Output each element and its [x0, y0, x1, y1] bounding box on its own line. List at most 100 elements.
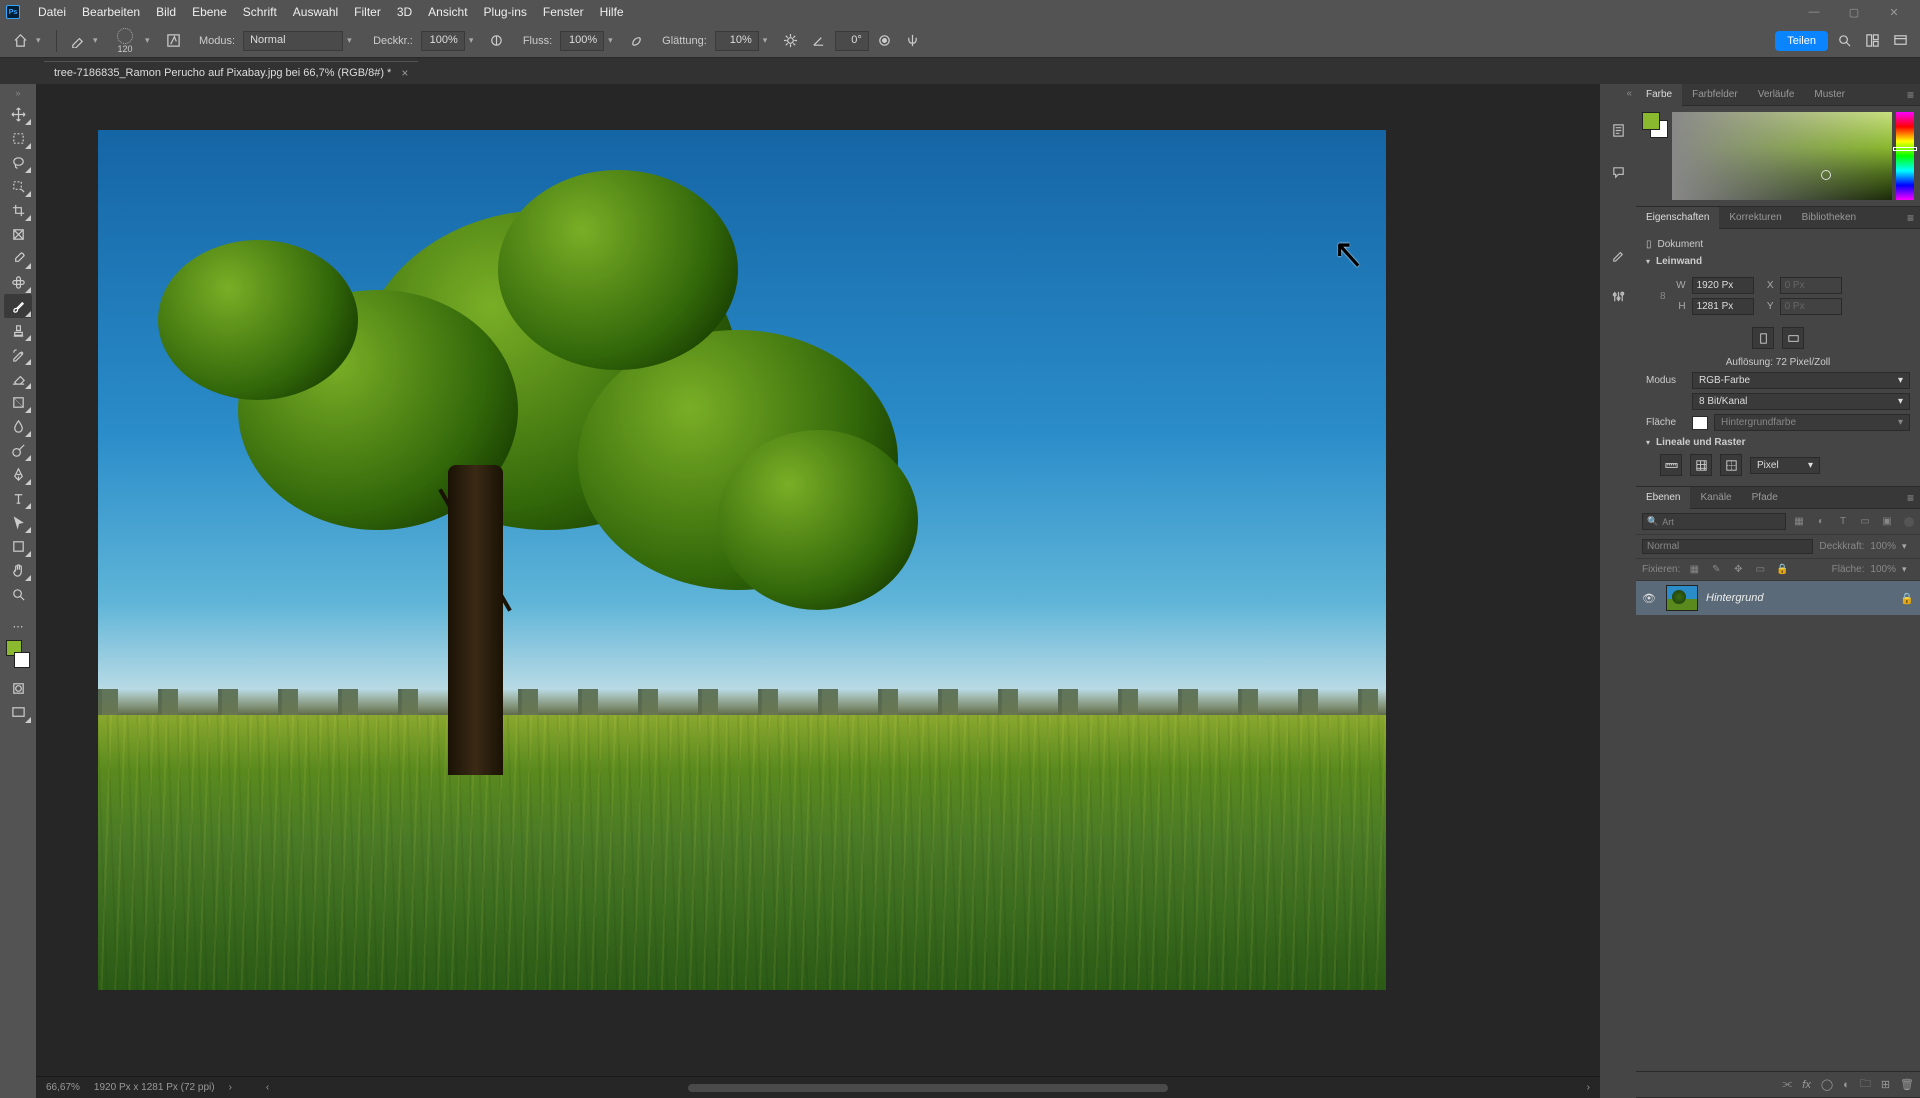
smoothing-field[interactable]: 10% — [715, 31, 759, 51]
window-minimize[interactable]: — — [1794, 1, 1834, 23]
layer-name[interactable]: Hintergrund — [1706, 592, 1892, 604]
history-panel-icon[interactable] — [1607, 119, 1629, 141]
lock-all-icon[interactable]: 🔒 — [1774, 562, 1790, 578]
panel-menu-icon[interactable]: ≡ — [1901, 211, 1920, 225]
search-icon[interactable] — [1832, 29, 1856, 53]
fgbg-swatch[interactable] — [1642, 112, 1668, 138]
screen-mode-tool[interactable] — [4, 700, 32, 724]
color-field[interactable] — [1672, 112, 1892, 200]
canvas-viewport[interactable]: ↖ — [36, 84, 1600, 1076]
brushes-panel-icon[interactable] — [1607, 243, 1629, 265]
tab-paths[interactable]: Pfade — [1742, 487, 1788, 509]
layer-thumbnail[interactable] — [1666, 585, 1698, 611]
quick-mask-icon[interactable] — [4, 676, 32, 700]
layer-style-icon[interactable]: fx — [1802, 1079, 1811, 1091]
healing-tool[interactable] — [4, 270, 32, 294]
link-wh-icon[interactable]: 8 — [1660, 291, 1666, 302]
filter-smart-icon[interactable]: ▣ — [1878, 513, 1896, 531]
menu-plugins[interactable]: Plug-ins — [476, 0, 535, 24]
path-select-tool[interactable] — [4, 510, 32, 534]
menu-image[interactable]: Bild — [148, 0, 184, 24]
smoothing-options-icon[interactable] — [779, 29, 803, 53]
tab-properties[interactable]: Eigenschaften — [1636, 207, 1719, 229]
layer-blend-select[interactable]: Normal — [1642, 539, 1813, 554]
fill-swatch[interactable] — [1692, 416, 1708, 430]
lock-artboard-icon[interactable]: ▭ — [1752, 562, 1768, 578]
panel-menu-icon[interactable]: ≡ — [1901, 491, 1920, 505]
portrait-orient-button[interactable] — [1752, 327, 1774, 349]
home-dropdown-icon[interactable]: ▾ — [36, 35, 48, 46]
airbrush-icon[interactable] — [624, 29, 648, 53]
status-prev-icon[interactable]: ‹ — [266, 1082, 269, 1093]
opacity-field[interactable]: 100% — [421, 31, 465, 51]
tab-color[interactable]: Farbe — [1636, 84, 1682, 106]
layer-fill-value[interactable]: 100% — [1870, 564, 1896, 575]
eyedropper-tool[interactable] — [4, 246, 32, 270]
tab-libraries[interactable]: Bibliotheken — [1792, 207, 1866, 229]
menu-select[interactable]: Auswahl — [285, 0, 346, 24]
hue-slider[interactable] — [1896, 112, 1914, 200]
opacity-dropdown[interactable]: ▾ — [469, 35, 481, 46]
shape-tool[interactable] — [4, 534, 32, 558]
toolbar-collapse-icon[interactable]: » — [15, 88, 20, 98]
angle-field[interactable]: 0° — [835, 31, 869, 51]
marquee-tool[interactable] — [4, 126, 32, 150]
document-tab[interactable]: tree-7186835_Ramon Perucho auf Pixabay.j… — [44, 61, 418, 84]
lock-pixels-icon[interactable]: ✎ — [1708, 562, 1724, 578]
hand-tool[interactable] — [4, 558, 32, 582]
disclosure-icon[interactable]: ▾ — [1646, 438, 1650, 447]
filter-adjust-icon[interactable]: ◐ — [1812, 513, 1830, 531]
fill-dropdown-icon[interactable]: ▾ — [1902, 564, 1914, 575]
document-image[interactable] — [98, 130, 1386, 990]
horizontal-scrollbar[interactable] — [688, 1084, 1168, 1092]
menu-help[interactable]: Hilfe — [592, 0, 632, 24]
rulers-toggle-button[interactable] — [1660, 454, 1682, 476]
visibility-toggle-icon[interactable]: 👁 — [1642, 592, 1658, 605]
mode-dropdown-icon[interactable]: ▾ — [347, 35, 359, 46]
fgbg-colors[interactable] — [4, 638, 32, 668]
grid-toggle-button[interactable] — [1690, 454, 1712, 476]
workspace-icon[interactable] — [1860, 29, 1884, 53]
adjustment-layer-icon[interactable]: ◐ — [1843, 1079, 1850, 1091]
pressure-opacity-icon[interactable] — [485, 29, 509, 53]
flow-field[interactable]: 100% — [560, 31, 604, 51]
window-close[interactable]: ✕ — [1874, 1, 1914, 23]
crop-tool[interactable] — [4, 198, 32, 222]
eraser-tool[interactable] — [4, 366, 32, 390]
disclosure-icon[interactable]: ▾ — [1646, 257, 1650, 266]
type-tool[interactable] — [4, 486, 32, 510]
close-icon[interactable]: × — [401, 66, 408, 80]
dodge-tool[interactable] — [4, 438, 32, 462]
layer-lock-icon[interactable]: 🔒 — [1900, 592, 1914, 605]
menu-3d[interactable]: 3D — [389, 0, 420, 24]
move-tool[interactable] — [4, 102, 32, 126]
menu-layer[interactable]: Ebene — [184, 0, 235, 24]
fill-select[interactable]: Hintergrundfarbe▾ — [1714, 414, 1910, 431]
opacity-dropdown-icon[interactable]: ▾ — [1902, 541, 1914, 552]
selection-tool[interactable] — [4, 174, 32, 198]
landscape-orient-button[interactable] — [1782, 327, 1804, 349]
gradient-tool[interactable] — [4, 390, 32, 414]
color-mode-select[interactable]: RGB-Farbe▾ — [1692, 372, 1910, 389]
filter-type-icon[interactable]: T — [1834, 513, 1852, 531]
brush-preview[interactable]: 120 — [109, 25, 141, 57]
share-button[interactable]: Teilen — [1775, 31, 1828, 51]
status-next-icon[interactable]: › — [1587, 1082, 1590, 1093]
brush-tool[interactable] — [4, 294, 32, 318]
menu-file[interactable]: Datei — [30, 0, 74, 24]
height-field[interactable]: 1281 Px — [1692, 298, 1754, 315]
tab-adjustments[interactable]: Korrekturen — [1719, 207, 1791, 229]
menu-window[interactable]: Fenster — [535, 0, 592, 24]
menu-type[interactable]: Schrift — [235, 0, 285, 24]
edit-toolbar-icon[interactable]: ⋯ — [4, 614, 32, 638]
pressure-size-icon[interactable] — [873, 29, 897, 53]
lasso-tool[interactable] — [4, 150, 32, 174]
stamp-tool[interactable] — [4, 318, 32, 342]
symmetry-icon[interactable] — [901, 29, 925, 53]
lock-transparency-icon[interactable]: ▦ — [1686, 562, 1702, 578]
menu-view[interactable]: Ansicht — [420, 0, 475, 24]
tab-swatches[interactable]: Farbfelder — [1682, 84, 1748, 106]
menu-edit[interactable]: Bearbeiten — [74, 0, 148, 24]
history-brush-tool[interactable] — [4, 342, 32, 366]
panel-strip-collapse-icon[interactable]: « — [1626, 88, 1636, 99]
